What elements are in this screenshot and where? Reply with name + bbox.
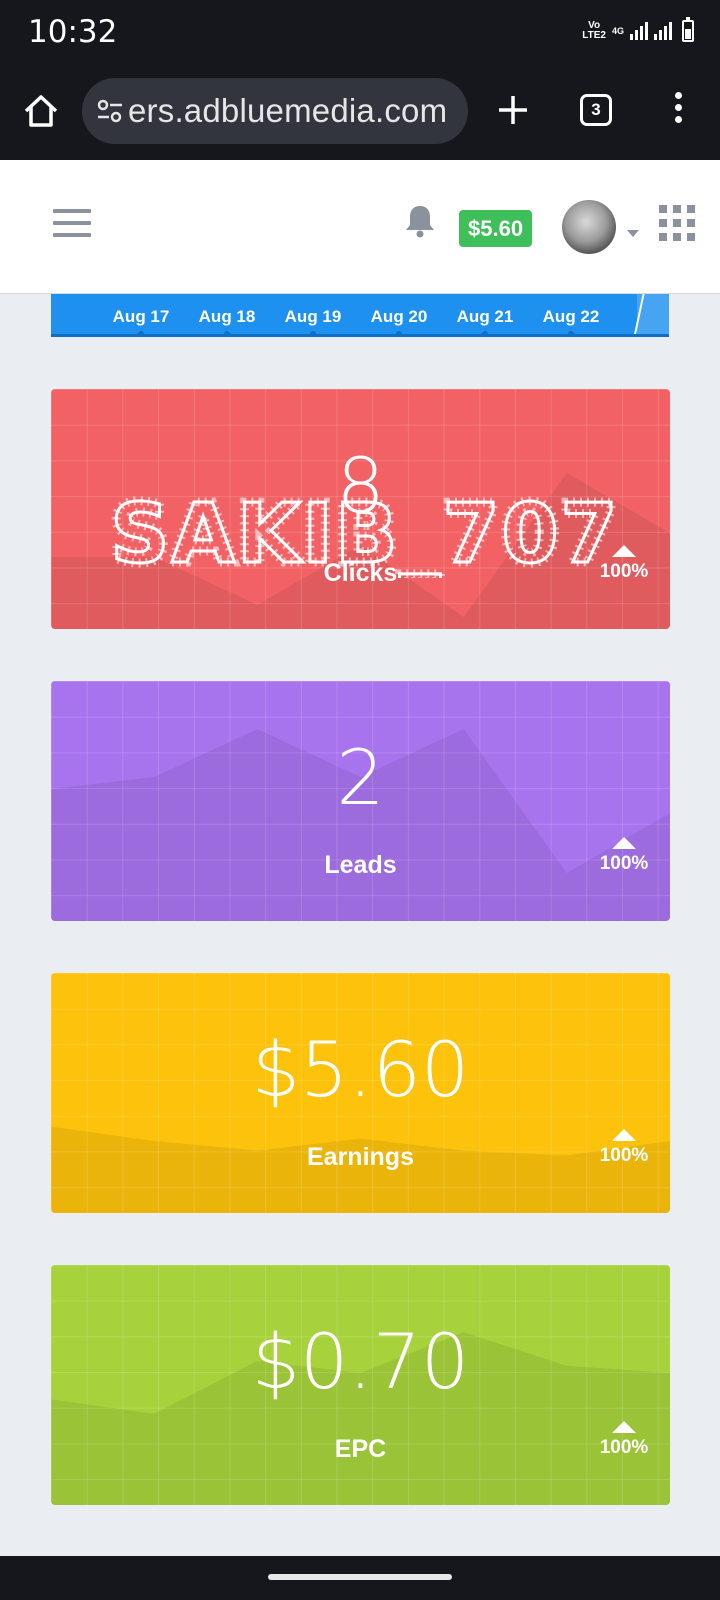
bell-icon[interactable] [404,203,436,239]
chart-axis-tick [138,331,144,337]
url-text[interactable]: ers.adbluemedia.com [128,92,447,130]
status-icons: Vo LTE2 4G [582,17,694,42]
app-header: $5.60 [0,160,720,294]
chart-date-label: Aug 20 [370,307,428,326]
epc-trend: 100% [594,1421,654,1459]
balance-badge[interactable]: $5.60 [459,210,533,247]
watermark-text-inner: SAKIB_707 [110,488,619,578]
tab-switcher-button[interactable]: 3 [580,94,612,126]
leads-trend: 100% [594,837,654,875]
epc-value: $0.70 [251,1317,470,1406]
chart-date-label: Aug 17 [112,307,170,326]
chevron-down-icon[interactable] [627,230,639,237]
earnings-value: $5.60 [251,1025,470,1114]
leads-trend-percent: 100% [599,853,649,874]
epc-card[interactable]: $0.70 EPC 100% [51,1265,670,1505]
apps-grid-icon[interactable] [659,205,695,241]
chart-axis-tick [396,331,402,337]
chart-axis-tick [224,331,230,337]
browser-toolbar: ers.adbluemedia.com 3 [0,66,720,160]
earnings-trend-percent: 100% [599,1145,649,1166]
leads-value: 2 [336,733,385,822]
chart-date-label: Aug 18 [198,307,256,326]
earnings-label: Earnings [307,1143,414,1171]
date-chart-strip[interactable]: Aug 17 Aug 18 Aug 19 Aug 20 Aug 21 Aug 22 [51,294,669,337]
earnings-trend: 100% [594,1129,654,1167]
chart-date-label: Aug 19 [284,307,342,326]
status-time: 10:32 [28,14,118,50]
signal-icon [630,22,648,40]
leads-label: Leads [324,851,397,879]
watermark: SAKIB_707 SAKIB_707 [110,488,620,578]
trend-up-icon [612,1129,636,1141]
address-bar[interactable]: ers.adbluemedia.com [82,78,468,144]
status-bar: 10:32 Vo LTE2 4G [0,0,720,66]
more-vert-icon[interactable] [670,92,686,132]
chart-axis-tick [482,331,488,337]
navigation-bar [0,1556,720,1600]
home-icon[interactable] [22,92,60,130]
epc-trend-percent: 100% [599,1437,649,1458]
earnings-card[interactable]: $5.60 Earnings 100% [51,973,670,1213]
chart-date-label: Aug 22 [542,307,600,326]
volte-icon: Vo LTE2 [582,20,606,41]
avatar[interactable] [562,200,616,254]
gesture-handle[interactable] [268,1574,452,1580]
tune-icon[interactable] [94,95,126,127]
chart-axis-tick [310,331,316,337]
hamburger-icon[interactable] [53,209,91,241]
signal-icon [654,22,672,40]
leads-card[interactable]: 2 Leads 100% [51,681,670,921]
network-type: 4G [611,25,624,36]
chart-axis-tick [568,331,574,337]
trend-up-icon [612,1421,636,1433]
chart-date-label: Aug 21 [456,307,514,326]
battery-icon [682,17,694,42]
plus-icon[interactable] [494,91,532,129]
epc-label: EPC [334,1435,387,1463]
trend-up-icon [612,837,636,849]
